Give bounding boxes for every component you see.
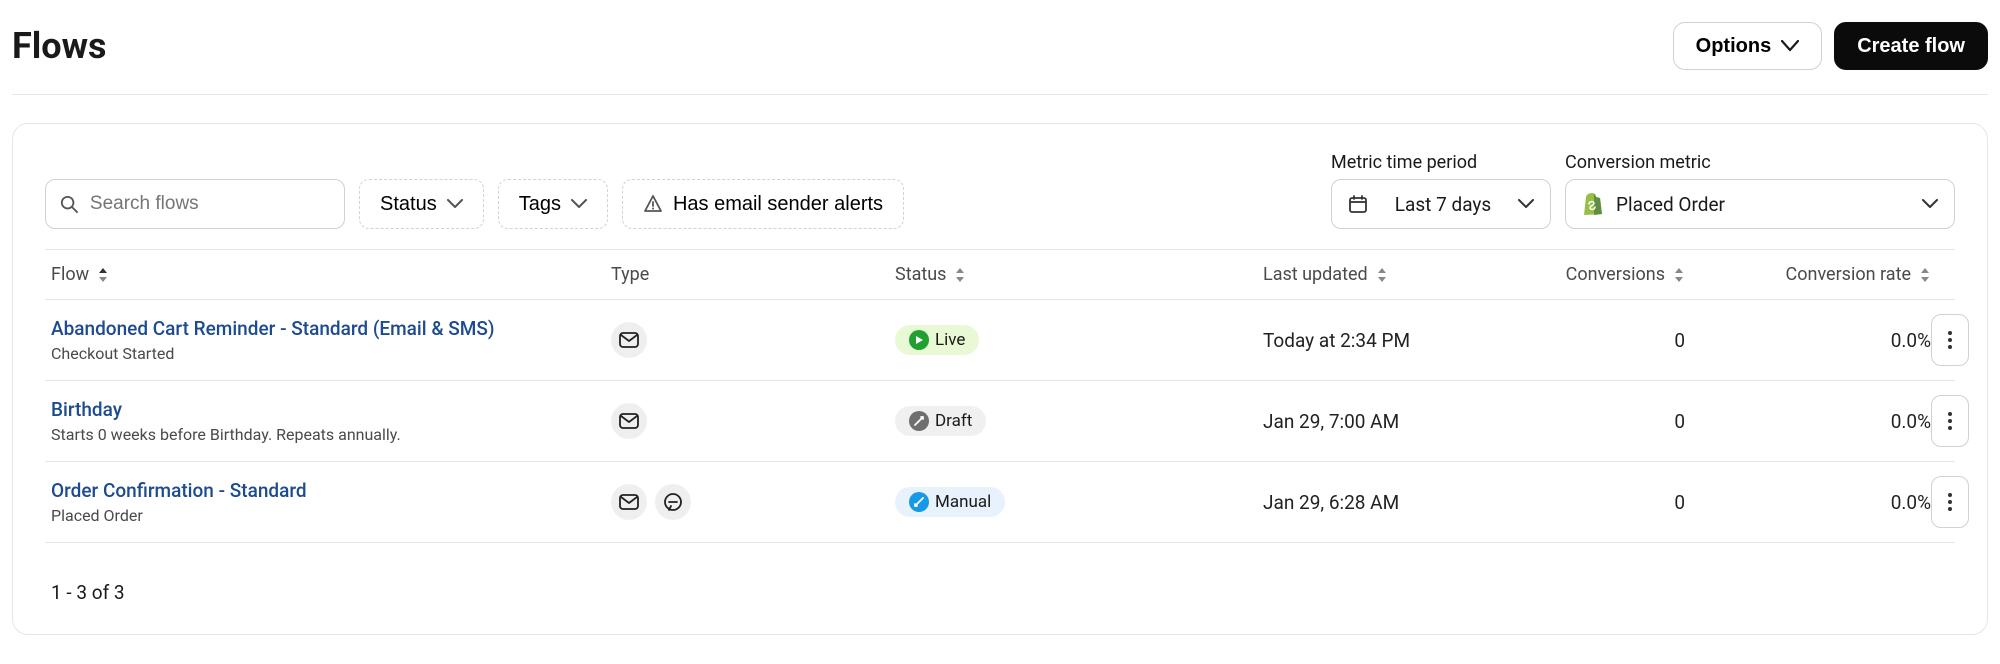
flow-subtitle: Starts 0 weeks before Birthday. Repeats …	[51, 425, 599, 444]
search-input-wrapper[interactable]	[45, 179, 345, 229]
conversion-rate-value: 0.0%	[1685, 329, 1931, 352]
email-icon	[611, 403, 647, 439]
draft-status-icon	[909, 411, 929, 431]
email-icon	[611, 484, 647, 520]
table-header: Flow Type Status Last updated Conversion…	[45, 249, 1955, 300]
row-actions-button[interactable]	[1931, 476, 1969, 528]
flow-name-link[interactable]: Birthday	[51, 398, 122, 421]
live-status-icon	[909, 330, 929, 350]
conversion-rate-value: 0.0%	[1685, 410, 1931, 433]
status-filter-label: Status	[380, 193, 437, 216]
status-badge: Draft	[895, 406, 986, 436]
col-type: Type	[611, 264, 895, 285]
status-label: Manual	[935, 492, 991, 512]
sort-icon	[954, 267, 966, 283]
warning-icon	[643, 194, 663, 214]
last-updated: Jan 29, 7:00 AM	[1263, 410, 1481, 433]
conversion-metric-value: Placed Order	[1616, 193, 1725, 216]
col-conversions[interactable]: Conversions	[1481, 264, 1685, 285]
page-header: Flows Options Create flow	[12, 0, 1988, 95]
table-body: Abandoned Cart Reminder - Standard (Emai…	[45, 300, 1955, 543]
status-badge: Manual	[895, 487, 1005, 517]
chevron-down-icon	[447, 199, 463, 209]
filters-left: Status Tags Has email sender alerts	[45, 179, 904, 229]
chevron-down-icon	[1922, 199, 1938, 209]
metric-period-group: Metric time period Last 7 days	[1331, 152, 1551, 229]
create-flow-label: Create flow	[1857, 35, 1965, 58]
flow-subtitle: Checkout Started	[51, 344, 599, 363]
col-updated[interactable]: Last updated	[1263, 264, 1481, 285]
col-rate[interactable]: Conversion rate	[1685, 264, 1931, 285]
search-icon	[60, 194, 78, 214]
conversion-metric-select[interactable]: Placed Order	[1565, 179, 1955, 229]
last-updated: Jan 29, 6:28 AM	[1263, 491, 1481, 514]
search-input[interactable]	[88, 192, 330, 216]
chevron-down-icon	[1518, 199, 1534, 209]
sort-icon	[1919, 267, 1931, 283]
flow-subtitle: Placed Order	[51, 506, 599, 525]
row-actions-button[interactable]	[1931, 314, 1969, 366]
chevron-down-icon	[1781, 40, 1799, 52]
conversion-metric-group: Conversion metric Placed Order	[1565, 152, 1955, 229]
tags-filter[interactable]: Tags	[498, 179, 608, 229]
create-flow-button[interactable]: Create flow	[1834, 22, 1988, 70]
sender-alerts-label: Has email sender alerts	[673, 193, 883, 216]
status-label: Draft	[935, 411, 972, 431]
calendar-icon	[1348, 194, 1368, 214]
tags-filter-label: Tags	[519, 193, 561, 216]
table-row: Birthday Starts 0 weeks before Birthday. …	[45, 381, 1955, 462]
metric-period-value: Last 7 days	[1395, 193, 1491, 216]
page-title: Flows	[12, 25, 107, 67]
sort-icon	[97, 267, 109, 283]
manual-status-icon	[909, 492, 929, 512]
metric-period-label: Metric time period	[1331, 152, 1551, 173]
sort-icon	[1673, 267, 1685, 283]
conversion-rate-value: 0.0%	[1685, 491, 1931, 514]
conversions-value: 0	[1481, 329, 1685, 352]
chevron-down-icon	[571, 199, 587, 209]
flows-table: Flow Type Status Last updated Conversion…	[45, 249, 1955, 543]
filters-right: Metric time period Last 7 days Conversio…	[1331, 152, 1955, 229]
row-actions-button[interactable]	[1931, 395, 1969, 447]
flow-name-link[interactable]: Abandoned Cart Reminder - Standard (Emai…	[51, 317, 495, 340]
table-row: Abandoned Cart Reminder - Standard (Emai…	[45, 300, 1955, 381]
sms-icon	[655, 484, 691, 520]
conversions-value: 0	[1481, 410, 1685, 433]
sort-icon	[1376, 267, 1388, 283]
last-updated: Today at 2:34 PM	[1263, 329, 1481, 352]
col-flow[interactable]: Flow	[51, 264, 611, 285]
status-badge: Live	[895, 325, 979, 355]
sender-alerts-filter[interactable]: Has email sender alerts	[622, 179, 904, 229]
conversions-value: 0	[1481, 491, 1685, 514]
conversion-metric-label: Conversion metric	[1565, 152, 1955, 173]
flow-name-link[interactable]: Order Confirmation - Standard	[51, 479, 307, 502]
pagination: 1 - 3 of 3	[45, 555, 1955, 614]
options-label: Options	[1696, 35, 1772, 58]
metric-period-select[interactable]: Last 7 days	[1331, 179, 1551, 229]
col-status[interactable]: Status	[895, 264, 1263, 285]
options-button[interactable]: Options	[1673, 22, 1823, 70]
status-filter[interactable]: Status	[359, 179, 484, 229]
table-row: Order Confirmation - Standard Placed Orde…	[45, 462, 1955, 543]
shopify-icon	[1582, 192, 1604, 216]
email-icon	[611, 322, 647, 358]
status-label: Live	[935, 330, 965, 350]
flows-card: Status Tags Has email sender alerts Metr…	[12, 123, 1988, 635]
header-actions: Options Create flow	[1673, 22, 1988, 70]
filters-row: Status Tags Has email sender alerts Metr…	[45, 152, 1955, 229]
